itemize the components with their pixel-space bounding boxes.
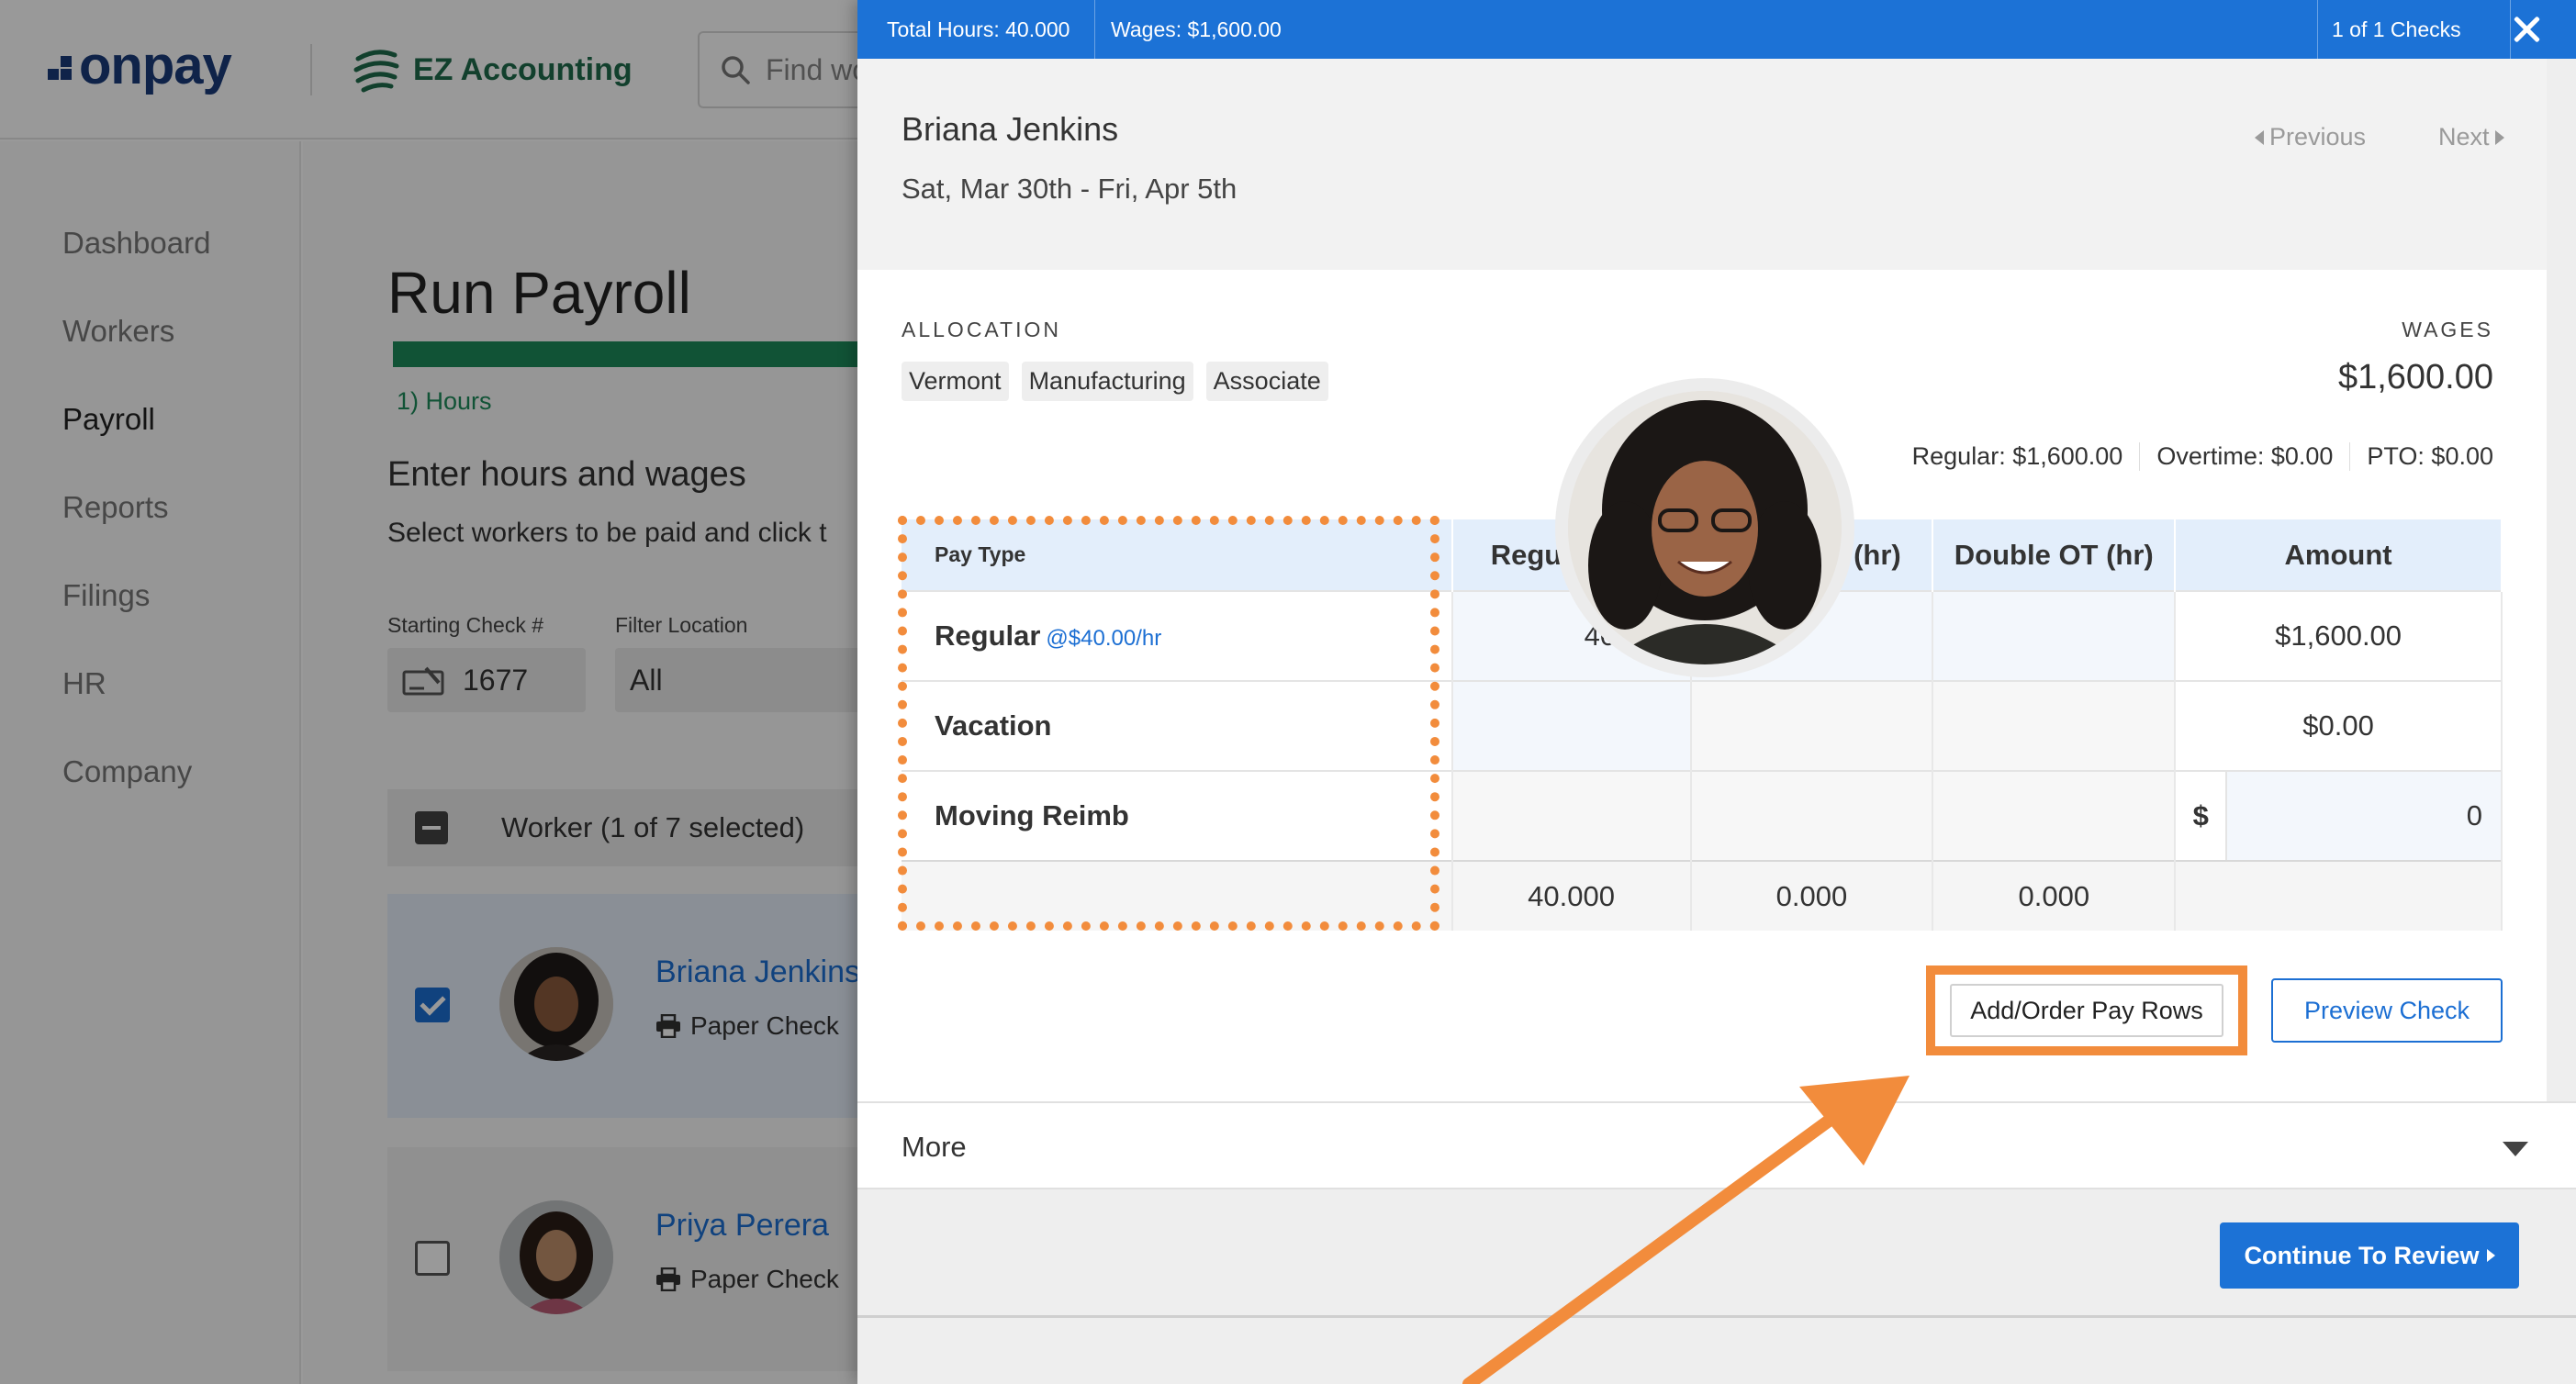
pay-type-highlight	[898, 516, 1439, 931]
preview-check-button[interactable]: Preview Check	[2271, 978, 2503, 1043]
double-ot-input[interactable]	[1932, 590, 2177, 681]
regular-total: Regular: $1,600.00	[1911, 442, 2123, 470]
allocation-chips: Vermont Manufacturing Associate	[902, 362, 1328, 401]
close-icon[interactable]	[2510, 13, 2543, 46]
regular-hours-total: 40.000	[1451, 860, 1692, 931]
more-label: More	[902, 1131, 967, 1163]
allocation-chip: Manufacturing	[1021, 362, 1193, 401]
double-ot-header: Double OT (hr)	[1932, 519, 2177, 591]
allocation-chip: Associate	[1205, 362, 1328, 401]
modal-backdrop[interactable]	[0, 0, 857, 1384]
amount-cell: $0.00	[2175, 680, 2503, 771]
wages-label: WAGES	[2402, 318, 2493, 341]
add-order-pay-rows-button[interactable]: Add/Order Pay Rows	[1950, 984, 2223, 1037]
regular-hours-input[interactable]	[1451, 680, 1692, 771]
check-count: 1 of 1 Checks	[2332, 17, 2461, 41]
employee-photo-icon	[1568, 391, 1842, 664]
employee-header: Briana Jenkins Sat, Mar 30th - Fri, Apr …	[857, 59, 2547, 270]
employee-photo	[1568, 391, 1842, 664]
next-button[interactable]: Next	[2438, 123, 2504, 151]
next-label: Next	[2438, 123, 2490, 151]
double-ot-cell	[1932, 770, 2177, 861]
pay-period: Sat, Mar 30th - Fri, Apr 5th	[902, 173, 1238, 205]
summary-divider	[2317, 0, 2318, 59]
regular-hours-cell	[1451, 770, 1692, 861]
check-details: ALLOCATION Vermont Manufacturing Associa…	[857, 270, 2547, 1101]
employee-name: Briana Jenkins	[902, 110, 1119, 148]
wage-breakdown: Regular: $1,600.00 Overtime: $0.00 PTO: …	[1896, 442, 2493, 471]
amount-input-value: 0	[2466, 799, 2482, 832]
chevron-right-icon	[2486, 1249, 2495, 1262]
dollar-prefix: $	[2176, 772, 2228, 860]
summary-divider	[1094, 0, 1095, 59]
previous-label: Previous	[2269, 123, 2367, 151]
double-ot-cell	[1932, 680, 2177, 771]
overtime-hours-cell	[1690, 770, 1934, 861]
chevron-right-icon	[2494, 129, 2504, 145]
wages-value: $1,600.00	[2337, 358, 2493, 396]
amount-input[interactable]: $ 0	[2175, 770, 2503, 861]
amount-total-cell	[2175, 860, 2503, 931]
total-wages: Wages: $1,600.00	[1111, 17, 1282, 41]
continue-to-review-button[interactable]: Continue To Review	[2220, 1222, 2519, 1289]
overtime-hours-cell	[1690, 680, 1934, 771]
amount-cell: $1,600.00	[2175, 590, 2503, 681]
employee-avatar	[1555, 378, 1854, 677]
pto-total: PTO: $0.00	[2349, 442, 2493, 471]
panel-summary-bar: Total Hours: 40.000 Wages: $1,600.00 1 o…	[857, 0, 2576, 59]
add-rows-highlight: Add/Order Pay Rows	[1926, 965, 2247, 1055]
previous-button[interactable]: Previous	[2255, 123, 2366, 151]
callout-arrow-icon	[1462, 1076, 1910, 1384]
allocation-label: ALLOCATION	[902, 318, 1061, 341]
continue-label: Continue To Review	[2244, 1241, 2480, 1269]
total-hours: Total Hours: 40.000	[887, 17, 1070, 41]
double-ot-total: 0.000	[1932, 860, 2177, 931]
overtime-hours-total: 0.000	[1690, 860, 1934, 931]
overtime-total: Overtime: $0.00	[2139, 442, 2349, 471]
allocation-chip: Vermont	[902, 362, 1009, 401]
chevron-down-icon	[2503, 1142, 2528, 1156]
amount-header: Amount	[2175, 519, 2503, 591]
chevron-left-icon	[2255, 129, 2264, 145]
